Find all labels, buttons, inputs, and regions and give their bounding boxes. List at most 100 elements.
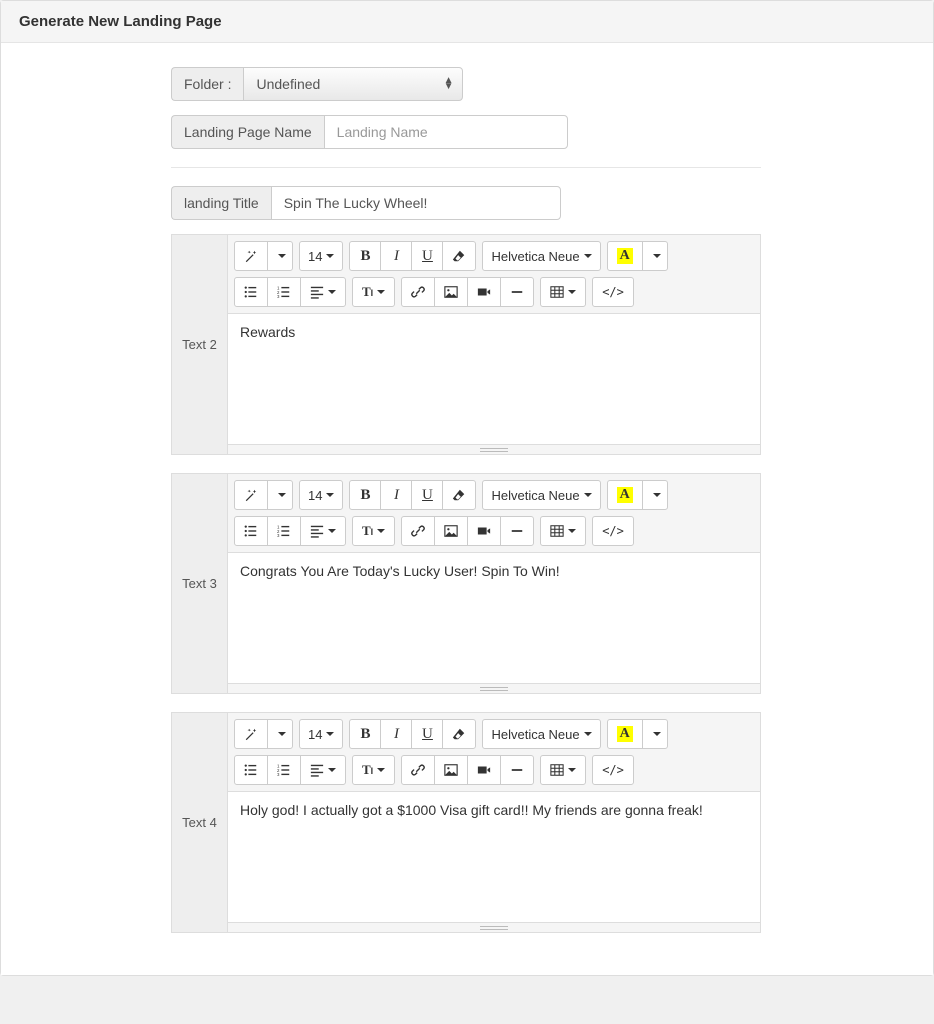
ul-button[interactable]	[234, 277, 268, 307]
eraser-button[interactable]	[442, 480, 476, 510]
editor-content[interactable]: Congrats You Are Today's Lucky User! Spi…	[228, 553, 760, 683]
ordered-list-icon: 123	[277, 285, 291, 299]
editor-block: Text 2 14 B I U	[171, 234, 761, 455]
landing-name-label: Landing Page Name	[171, 115, 324, 149]
align-icon	[310, 763, 324, 777]
image-icon	[444, 763, 458, 777]
link-button[interactable]	[401, 516, 435, 546]
align-button[interactable]	[300, 277, 346, 307]
svg-text:3: 3	[277, 533, 280, 538]
font-family-select[interactable]: Helvetica Neue	[482, 480, 600, 510]
video-button[interactable]	[467, 516, 501, 546]
editor-content[interactable]: Rewards	[228, 314, 760, 444]
ul-button[interactable]	[234, 516, 268, 546]
paragraph-style-button[interactable]: TI	[352, 516, 395, 546]
hr-button[interactable]	[500, 277, 534, 307]
font-color-icon: A	[617, 726, 633, 742]
magic-button[interactable]	[234, 719, 268, 749]
italic-button[interactable]: I	[380, 719, 412, 749]
code-view-button[interactable]: </>	[592, 755, 634, 785]
hr-button[interactable]	[500, 755, 534, 785]
video-icon	[477, 763, 491, 777]
table-button[interactable]	[540, 755, 586, 785]
editor-toolbar: 14 B I U Helvetica Neue A	[228, 713, 760, 792]
magic-button[interactable]	[234, 241, 268, 271]
editor-content[interactable]: Holy god! I actually got a $1000 Visa gi…	[228, 792, 760, 922]
magic-dropdown[interactable]	[267, 241, 293, 271]
bold-icon: B	[360, 487, 370, 504]
underline-button[interactable]: U	[411, 480, 443, 510]
link-icon	[411, 285, 425, 299]
align-button[interactable]	[300, 516, 346, 546]
table-button[interactable]	[540, 277, 586, 307]
table-icon	[550, 763, 564, 777]
ordered-list-icon: 123	[277, 763, 291, 777]
font-color-dropdown[interactable]	[642, 719, 668, 749]
underline-button[interactable]: U	[411, 241, 443, 271]
font-color-button[interactable]: A	[607, 241, 643, 271]
editor-toolbar: 14 B I U Helvetica Neue A	[228, 235, 760, 314]
magic-wand-icon	[244, 488, 258, 502]
bullet-list-icon	[244, 285, 258, 299]
bold-button[interactable]: B	[349, 480, 381, 510]
font-size-select[interactable]: 14	[299, 241, 343, 271]
italic-button[interactable]: I	[380, 241, 412, 271]
page-panel: Generate New Landing Page Folder : Undef…	[0, 0, 934, 976]
code-view-button[interactable]: </>	[592, 516, 634, 546]
editor-block: Text 4 14 B I U	[171, 712, 761, 933]
bold-icon: B	[360, 248, 370, 265]
italic-icon: I	[394, 487, 399, 504]
bold-button[interactable]: B	[349, 719, 381, 749]
landing-title-input[interactable]	[271, 186, 561, 220]
hr-button[interactable]	[500, 516, 534, 546]
link-button[interactable]	[401, 755, 435, 785]
table-button[interactable]	[540, 516, 586, 546]
video-button[interactable]	[467, 277, 501, 307]
font-size-select[interactable]: 14	[299, 719, 343, 749]
ul-button[interactable]	[234, 755, 268, 785]
bold-button[interactable]: B	[349, 241, 381, 271]
underline-icon: U	[422, 726, 433, 743]
eraser-icon	[452, 727, 466, 741]
image-button[interactable]	[434, 516, 468, 546]
align-button[interactable]	[300, 755, 346, 785]
landing-title-label: landing Title	[171, 186, 271, 220]
resize-grip[interactable]	[228, 683, 760, 693]
eraser-button[interactable]	[442, 719, 476, 749]
font-family-select[interactable]: Helvetica Neue	[482, 719, 600, 749]
align-icon	[310, 524, 324, 538]
landing-name-input[interactable]	[324, 115, 568, 149]
code-view-button[interactable]: </>	[592, 277, 634, 307]
magic-dropdown[interactable]	[267, 719, 293, 749]
paragraph-style-button[interactable]: TI	[352, 277, 395, 307]
underline-button[interactable]: U	[411, 719, 443, 749]
ol-button[interactable]: 123	[267, 277, 301, 307]
svg-text:3: 3	[277, 294, 280, 299]
magic-dropdown[interactable]	[267, 480, 293, 510]
eraser-icon	[452, 249, 466, 263]
image-button[interactable]	[434, 277, 468, 307]
editor-side-label: Text 3	[172, 474, 228, 693]
font-color-button[interactable]: A	[607, 719, 643, 749]
paragraph-style-button[interactable]: TI	[352, 755, 395, 785]
code-icon: </>	[602, 285, 624, 299]
eraser-button[interactable]	[442, 241, 476, 271]
folder-select[interactable]: Undefined	[243, 67, 463, 101]
minus-icon	[510, 285, 524, 299]
image-icon	[444, 524, 458, 538]
italic-button[interactable]: I	[380, 480, 412, 510]
font-color-dropdown[interactable]	[642, 241, 668, 271]
font-family-select[interactable]: Helvetica Neue	[482, 241, 600, 271]
image-button[interactable]	[434, 755, 468, 785]
font-size-select[interactable]: 14	[299, 480, 343, 510]
resize-grip[interactable]	[228, 444, 760, 454]
font-color-button[interactable]: A	[607, 480, 643, 510]
video-button[interactable]	[467, 755, 501, 785]
magic-button[interactable]	[234, 480, 268, 510]
ol-button[interactable]: 123	[267, 755, 301, 785]
ol-button[interactable]: 123	[267, 516, 301, 546]
link-button[interactable]	[401, 277, 435, 307]
resize-grip[interactable]	[228, 922, 760, 932]
font-color-dropdown[interactable]	[642, 480, 668, 510]
underline-icon: U	[422, 487, 433, 504]
